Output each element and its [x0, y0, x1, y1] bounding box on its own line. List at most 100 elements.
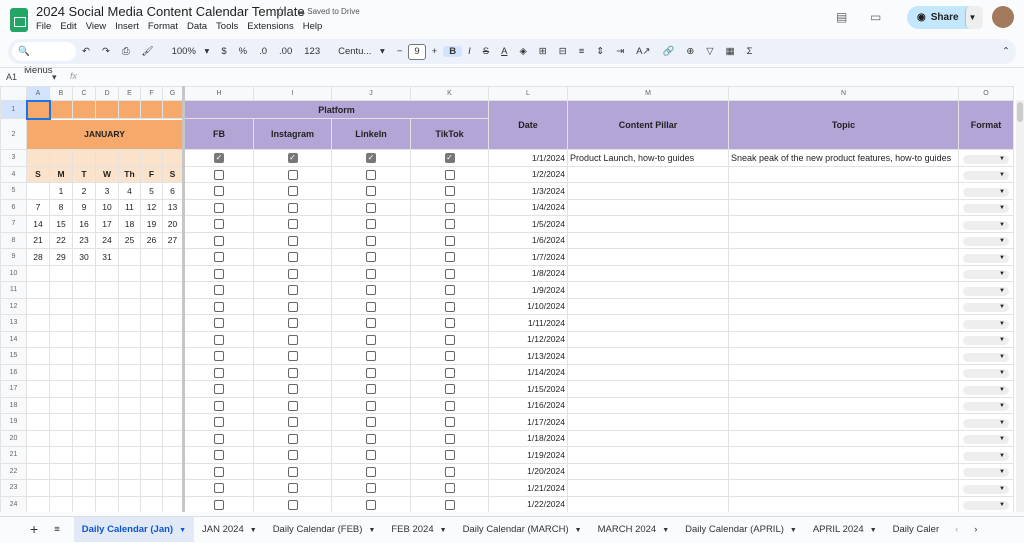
decrease-decimal-button[interactable]: .0: [253, 46, 273, 57]
checkbox-cell[interactable]: [253, 363, 332, 381]
checkbox-cell[interactable]: [183, 314, 254, 332]
cell[interactable]: [162, 314, 185, 332]
star-icon[interactable]: ☆: [275, 4, 286, 18]
row-header[interactable]: 17: [0, 380, 27, 398]
checkbox[interactable]: [214, 252, 224, 263]
checkbox[interactable]: [214, 334, 224, 345]
vertical-align-icon[interactable]: ⇕: [590, 46, 610, 57]
menu-view[interactable]: View: [86, 21, 106, 32]
checkbox[interactable]: [287, 186, 298, 197]
all-sheets-icon[interactable]: ≡: [50, 517, 74, 542]
cell[interactable]: [49, 446, 73, 464]
checkbox[interactable]: [214, 351, 224, 362]
sheets-logo-icon[interactable]: [10, 8, 28, 32]
cell[interactable]: [140, 462, 163, 480]
checkbox[interactable]: [366, 499, 376, 510]
topic-cell[interactable]: [728, 396, 959, 414]
date-cell[interactable]: 1/9/2024: [488, 281, 568, 299]
format-dropdown[interactable]: ▼: [963, 154, 1009, 164]
weekday-label[interactable]: S: [26, 165, 50, 183]
checkbox[interactable]: [214, 202, 224, 213]
format-dropdown[interactable]: ▼: [963, 237, 1009, 247]
cell[interactable]: [49, 100, 73, 119]
content-pillar-cell[interactable]: [567, 429, 729, 447]
checkbox-cell[interactable]: [331, 446, 411, 464]
checkbox[interactable]: [214, 318, 224, 329]
cell[interactable]: [72, 363, 96, 381]
cell[interactable]: [95, 462, 119, 480]
cell[interactable]: [140, 380, 163, 398]
checkbox-cell[interactable]: [331, 429, 411, 447]
weekday-label[interactable]: T: [72, 165, 96, 183]
topic-cell[interactable]: [728, 182, 959, 200]
checkbox-cell[interactable]: [410, 281, 489, 299]
calendar-day[interactable]: 12: [140, 198, 163, 216]
cell[interactable]: [26, 314, 50, 332]
cell[interactable]: [72, 330, 96, 348]
checkbox-cell[interactable]: [253, 215, 332, 233]
content-pillar-cell[interactable]: [567, 314, 729, 332]
comment-add-icon[interactable]: ⊕: [680, 46, 700, 57]
checkbox[interactable]: [366, 219, 376, 230]
checkbox-cell[interactable]: [183, 363, 254, 381]
cell[interactable]: [26, 149, 50, 167]
cell[interactable]: [95, 264, 119, 282]
format-dropdown[interactable]: ▼: [963, 484, 1009, 494]
share-button[interactable]: ◉ Share ▼: [907, 6, 983, 29]
format-dropdown[interactable]: ▼: [963, 171, 1009, 181]
date-cell[interactable]: 1/16/2024: [488, 396, 568, 414]
cell[interactable]: [95, 380, 119, 398]
topic-cell[interactable]: [728, 462, 959, 480]
date-cell[interactable]: 1/7/2024: [488, 248, 568, 266]
calendar-day[interactable]: 21: [26, 231, 50, 249]
checkbox-cell[interactable]: [410, 429, 489, 447]
cell[interactable]: [95, 330, 119, 348]
cell[interactable]: [49, 281, 73, 299]
sheet-tab[interactable]: APRIL 2024 ▼: [805, 517, 885, 542]
checkbox[interactable]: [214, 268, 224, 279]
checkbox-cell[interactable]: [410, 330, 489, 348]
calendar-day[interactable]: [140, 248, 163, 266]
checkbox[interactable]: [366, 466, 376, 477]
topic-cell[interactable]: [728, 215, 959, 233]
calendar-day[interactable]: 20: [162, 215, 185, 233]
column-header-M[interactable]: M: [567, 86, 729, 101]
checkbox-cell[interactable]: [331, 495, 411, 512]
format-cell[interactable]: ▼: [958, 462, 1014, 480]
topic-cell[interactable]: Sneak peak of the new product features, …: [728, 149, 959, 167]
row-header[interactable]: 6: [0, 198, 27, 216]
checkbox-cell[interactable]: [331, 281, 411, 299]
row-header[interactable]: 9: [0, 248, 27, 266]
checkbox-cell[interactable]: [183, 198, 254, 216]
cell[interactable]: [49, 314, 73, 332]
checkbox-cell[interactable]: [410, 198, 489, 216]
cell[interactable]: [118, 429, 141, 447]
checkbox[interactable]: [214, 219, 224, 230]
calendar-day[interactable]: 24: [95, 231, 119, 249]
checkbox[interactable]: [214, 499, 224, 510]
bold-button[interactable]: B: [443, 46, 463, 57]
calendar-day[interactable]: 31: [95, 248, 119, 266]
checkbox[interactable]: [444, 433, 455, 444]
name-box-dropdown-icon[interactable]: ▾: [52, 72, 57, 83]
checkbox-cell[interactable]: [253, 165, 332, 183]
checkbox-cell[interactable]: [331, 396, 411, 414]
calendar-day[interactable]: 28: [26, 248, 50, 266]
checkbox[interactable]: [287, 169, 298, 180]
checkbox[interactable]: [287, 334, 298, 345]
date-cell[interactable]: 1/4/2024: [488, 198, 568, 216]
checkbox-cell[interactable]: [410, 396, 489, 414]
vertical-scrollbar[interactable]: [1016, 100, 1024, 512]
row-header[interactable]: 7: [0, 215, 27, 233]
weekday-label[interactable]: Th: [118, 165, 141, 183]
borders-icon[interactable]: ⊞: [533, 46, 553, 57]
checkbox[interactable]: [444, 450, 455, 461]
cell[interactable]: [118, 330, 141, 348]
checkbox[interactable]: [287, 466, 298, 477]
checkbox[interactable]: [366, 202, 376, 213]
format-dropdown[interactable]: ▼: [963, 187, 1009, 197]
calendar-day[interactable]: 4: [118, 182, 141, 200]
row-header[interactable]: 21: [0, 446, 27, 464]
scroll-right-icon[interactable]: ›: [966, 517, 985, 542]
checkbox-cell[interactable]: [253, 297, 332, 315]
